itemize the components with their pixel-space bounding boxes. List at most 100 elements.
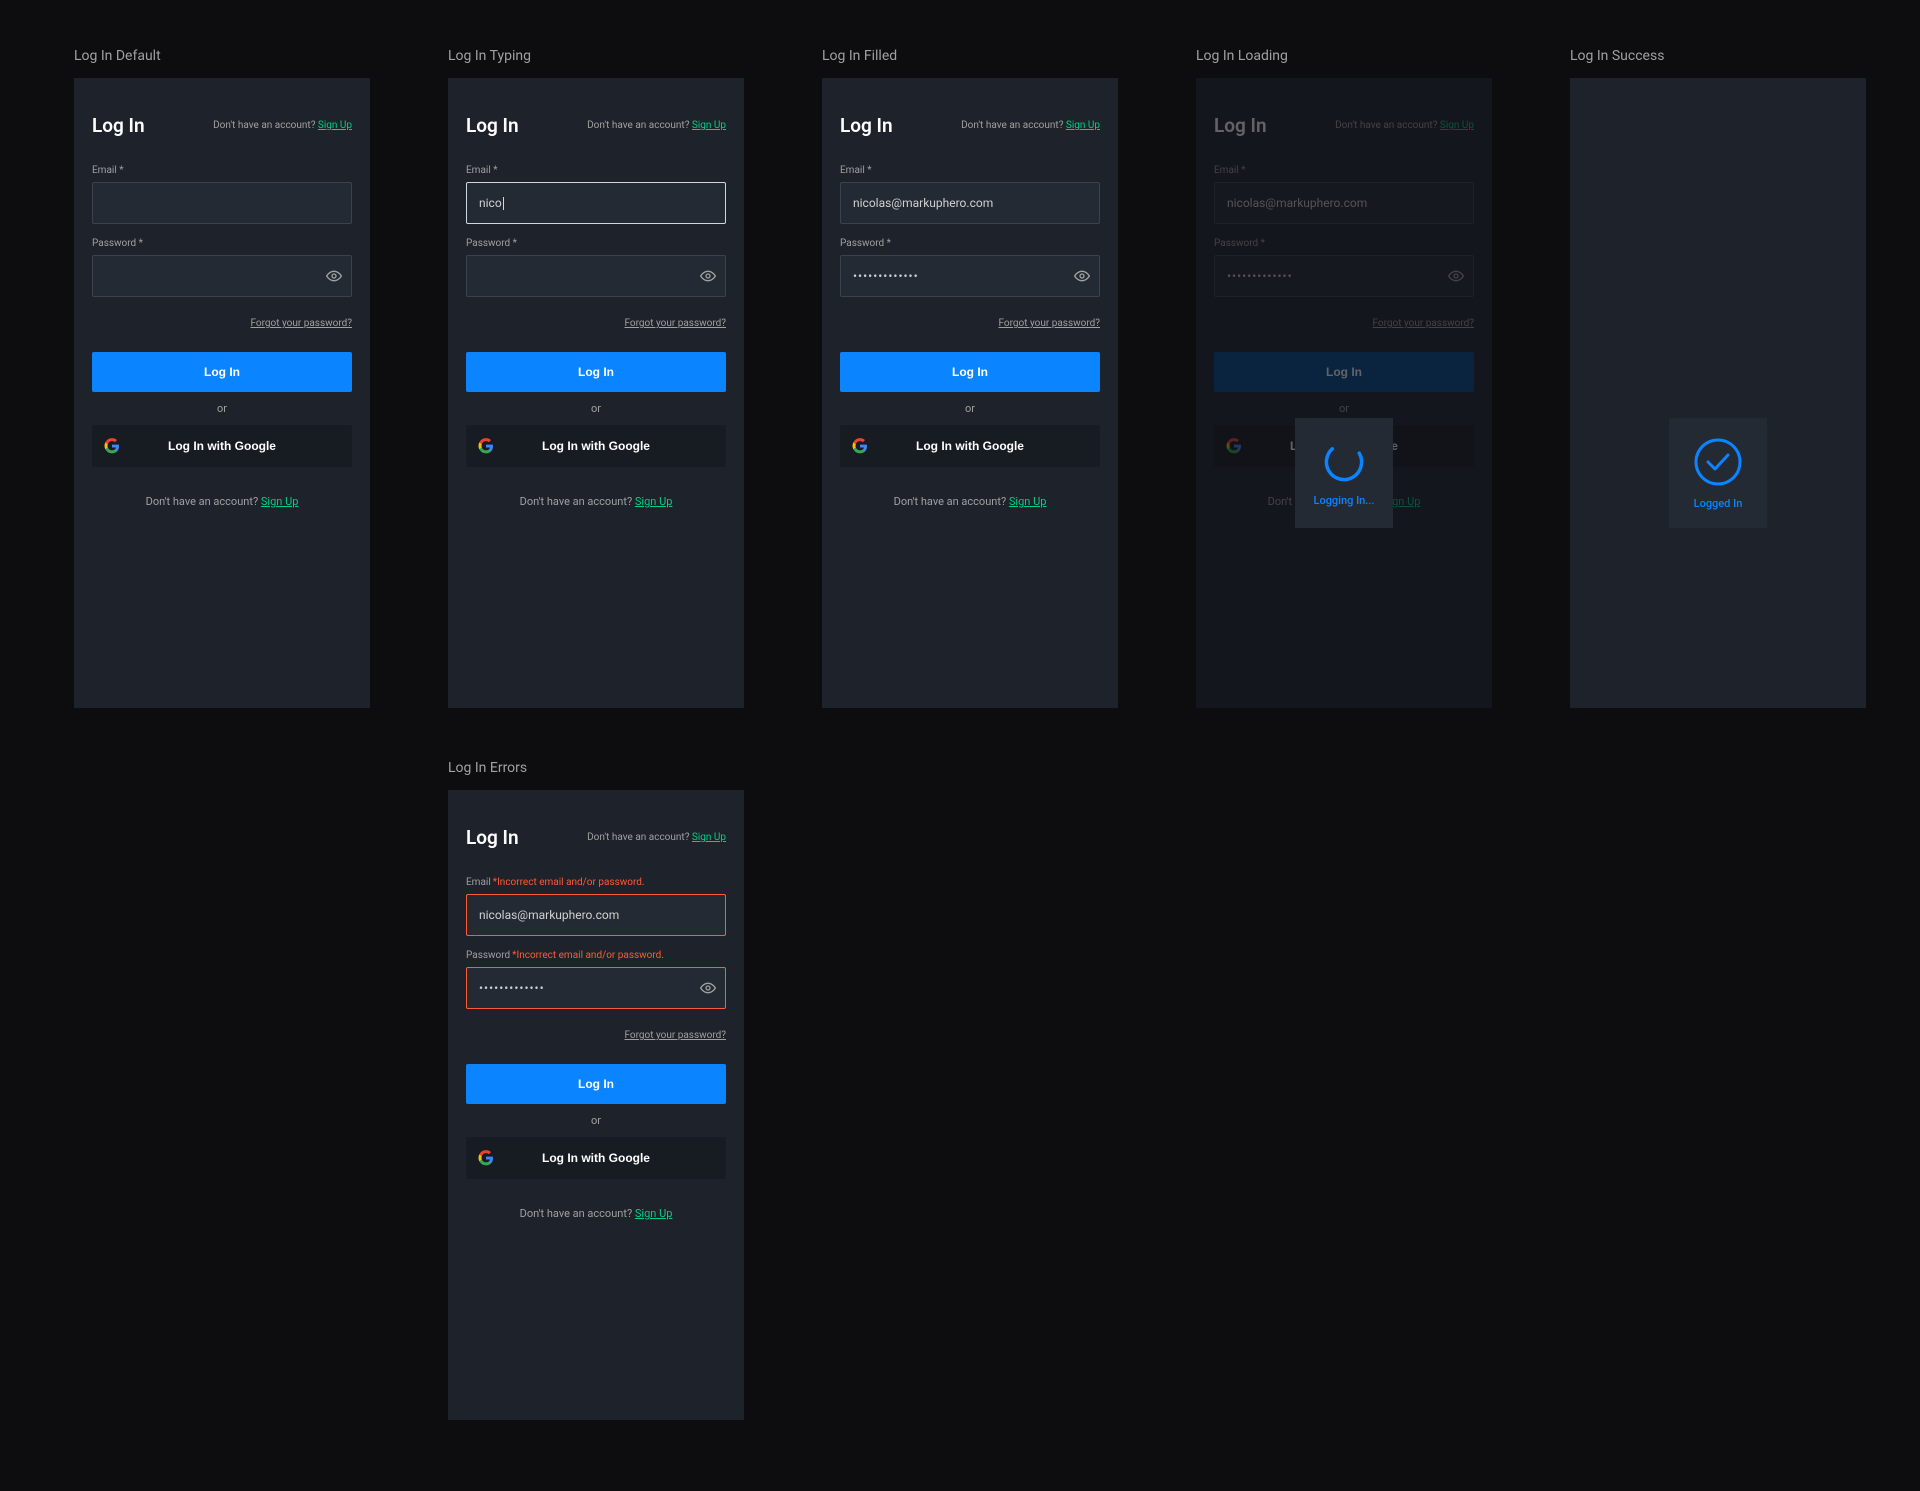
- forgot-password-link[interactable]: Forgot your password?: [999, 318, 1101, 329]
- password-input-wrap: •••••••••••••: [840, 255, 1100, 297]
- spinner-icon: [1322, 440, 1366, 484]
- login-card: Log In Don't have an account? Sign Up Em…: [1196, 78, 1492, 708]
- toggle-password-icon[interactable]: [700, 268, 716, 284]
- forgot-password-link[interactable]: Forgot your password?: [251, 318, 353, 329]
- signup-link-bottom[interactable]: Sign Up: [1009, 495, 1047, 508]
- bottom-prompt-text: Don't have an account?: [520, 1207, 633, 1220]
- toggle-password-icon[interactable]: [326, 268, 342, 284]
- login-card: Log In Don't have an account? Sign Up Em…: [448, 78, 744, 708]
- login-card: Log In Don't have an account? Sign Up Em…: [1570, 78, 1866, 708]
- google-login-button[interactable]: Log In with Google: [466, 1137, 726, 1179]
- email-input-wrap: nicolas@markuphero.com: [466, 894, 726, 936]
- password-value: •••••••••••••: [853, 269, 919, 283]
- bottom-prompt-text: Don't have an account?: [520, 495, 633, 508]
- google-login-button[interactable]: Log In with Google: [466, 425, 726, 467]
- google-icon: [852, 438, 868, 454]
- login-button[interactable]: Log In: [92, 352, 352, 392]
- top-prompt-text: Don't have an account?: [587, 120, 689, 131]
- password-input-wrap: [92, 255, 352, 297]
- text-caret: [503, 197, 504, 210]
- google-icon: [478, 438, 494, 454]
- email-field[interactable]: nicolas@markuphero.com: [466, 894, 726, 936]
- signup-link-top[interactable]: Sign Up: [318, 120, 352, 131]
- google-login-button[interactable]: Log In with Google: [92, 425, 352, 467]
- email-value: nico: [479, 196, 502, 210]
- success-modal: Logged In: [1669, 418, 1767, 528]
- top-signup-prompt: Don't have an account? Sign Up: [961, 120, 1100, 131]
- top-prompt-text: Don't have an account?: [587, 832, 689, 843]
- login-button[interactable]: Log In: [466, 1064, 726, 1104]
- toggle-password-icon[interactable]: [700, 980, 716, 996]
- email-label: Email *Incorrect email and/or password.: [466, 877, 726, 888]
- bottom-signup-prompt: Don't have an account? Sign Up: [840, 495, 1100, 508]
- page-title: Log In: [92, 114, 145, 137]
- signup-link-top[interactable]: Sign Up: [692, 832, 726, 843]
- top-signup-prompt: Don't have an account? Sign Up: [587, 832, 726, 843]
- artboard-label: Log In Filled: [822, 48, 1118, 64]
- top-signup-prompt: Don't have an account? Sign Up: [213, 120, 352, 131]
- top-prompt-text: Don't have an account?: [961, 120, 1063, 131]
- page-title: Log In: [466, 114, 519, 137]
- artboard-filled: Log In Filled Log In Don't have an accou…: [822, 48, 1118, 708]
- google-icon: [478, 1150, 494, 1166]
- email-label: Email *: [92, 165, 352, 176]
- forgot-password-link[interactable]: Forgot your password?: [625, 1030, 727, 1041]
- modal-label: Logging In...: [1314, 494, 1375, 507]
- toggle-password-icon[interactable]: [1074, 268, 1090, 284]
- artboard-label: Log In Default: [74, 48, 370, 64]
- forgot-row: Forgot your password?: [92, 311, 352, 330]
- login-card: Log In Don't have an account? Sign Up Em…: [448, 790, 744, 1420]
- password-field[interactable]: [92, 255, 352, 297]
- artboard-label: Log In Errors: [448, 760, 744, 776]
- login-button[interactable]: Log In: [466, 352, 726, 392]
- bottom-prompt-text: Don't have an account?: [894, 495, 1007, 508]
- email-error-text: *Incorrect email and/or password.: [493, 877, 645, 888]
- email-label: Email *: [840, 165, 1100, 176]
- artboard-label: Log In Success: [1570, 48, 1866, 64]
- forgot-row: Forgot your password?: [840, 311, 1100, 330]
- password-error-text: *Incorrect email and/or password.: [512, 950, 664, 961]
- bottom-signup-prompt: Don't have an account? Sign Up: [92, 495, 352, 508]
- signup-link-bottom[interactable]: Sign Up: [635, 495, 673, 508]
- email-label: Email *: [466, 165, 726, 176]
- header-row: Log In Don't have an account? Sign Up: [466, 114, 726, 137]
- top-signup-prompt: Don't have an account? Sign Up: [587, 120, 726, 131]
- or-divider: or: [466, 1114, 726, 1127]
- signup-link-top[interactable]: Sign Up: [692, 120, 726, 131]
- email-input-wrap: nico: [466, 182, 726, 224]
- signup-link-bottom[interactable]: Sign Up: [635, 1207, 673, 1220]
- email-field[interactable]: nicolas@markuphero.com: [840, 182, 1100, 224]
- password-input-wrap: [466, 255, 726, 297]
- google-icon: [104, 438, 120, 454]
- artboard-label: Log In Typing: [448, 48, 744, 64]
- login-button[interactable]: Log In: [840, 352, 1100, 392]
- artboard-default: Log In Default Log In Don't have an acco…: [74, 48, 370, 708]
- page-title: Log In: [840, 114, 893, 137]
- forgot-password-link[interactable]: Forgot your password?: [625, 318, 727, 329]
- email-field[interactable]: nico: [466, 182, 726, 224]
- modal-label: Logged In: [1694, 497, 1743, 510]
- signup-link-top[interactable]: Sign Up: [1066, 120, 1100, 131]
- artboard-errors: Log In Errors Log In Don't have an accou…: [448, 760, 744, 1420]
- password-field[interactable]: •••••••••••••: [466, 967, 726, 1009]
- google-login-button[interactable]: Log In with Google: [840, 425, 1100, 467]
- artboard-loading: Log In Loading Log In Don't have an acco…: [1196, 48, 1492, 708]
- dim-overlay: [1570, 78, 1866, 708]
- artboard-success: Log In Success Log In Don't have an acco…: [1570, 48, 1866, 708]
- password-label: Password *: [840, 238, 1100, 249]
- password-field[interactable]: •••••••••••••: [840, 255, 1100, 297]
- or-divider: or: [466, 402, 726, 415]
- header-row: Log In Don't have an account? Sign Up: [840, 114, 1100, 137]
- password-input-wrap: •••••••••••••: [466, 967, 726, 1009]
- bottom-signup-prompt: Don't have an account? Sign Up: [466, 1207, 726, 1220]
- bottom-prompt-text: Don't have an account?: [146, 495, 259, 508]
- or-divider: or: [840, 402, 1100, 415]
- or-divider: or: [92, 402, 352, 415]
- password-field[interactable]: [466, 255, 726, 297]
- email-field[interactable]: [92, 182, 352, 224]
- password-label: Password *: [466, 238, 726, 249]
- top-prompt-text: Don't have an account?: [213, 120, 315, 131]
- signup-link-bottom[interactable]: Sign Up: [261, 495, 299, 508]
- header-row: Log In Don't have an account? Sign Up: [92, 114, 352, 137]
- artboard-typing: Log In Typing Log In Don't have an accou…: [448, 48, 744, 708]
